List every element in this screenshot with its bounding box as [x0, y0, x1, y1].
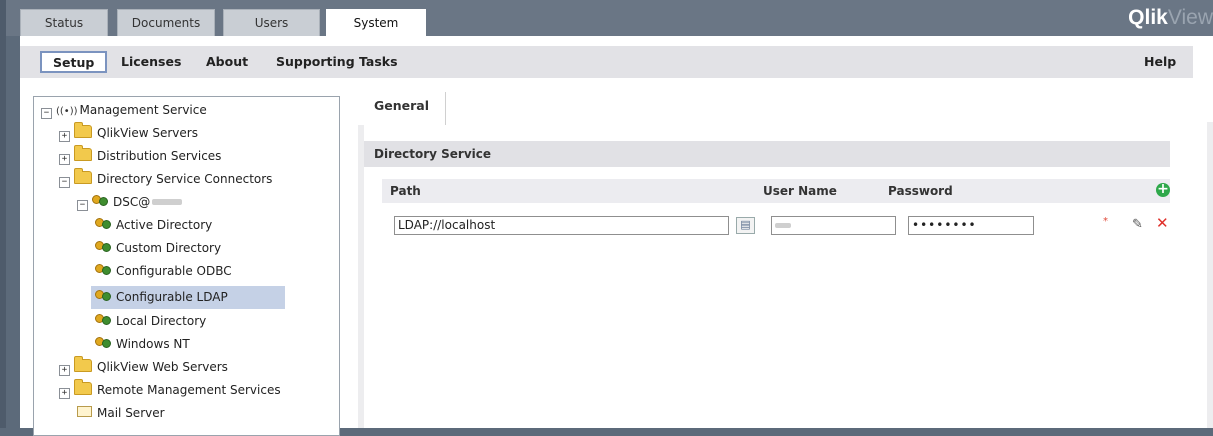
browse-icon[interactable]: ▤ [736, 217, 755, 234]
panel-tab-bar: General [358, 92, 1213, 125]
tree-item-mail-server[interactable]: Mail Server [77, 403, 165, 423]
folder-icon [74, 145, 92, 161]
users-icon [95, 241, 111, 253]
edit-icon[interactable]: ✎ [1132, 217, 1143, 232]
tree-label: Remote Management Services [97, 383, 281, 397]
tree-item-management-service[interactable]: − ((•)) Management Service [41, 100, 207, 120]
collapse-icon[interactable]: − [77, 200, 88, 211]
tab-system[interactable]: System [326, 9, 426, 37]
service-icon: ((•)) [56, 106, 78, 117]
tree-label: Custom Directory [116, 241, 222, 255]
logo-part1: Qlik [1128, 6, 1168, 29]
required-mark: * [1103, 216, 1108, 227]
users-icon [95, 218, 111, 230]
table-header: Path User Name Password + [382, 179, 1170, 203]
tree-view: − ((•)) Management Service + QlikView Serve… [33, 96, 340, 436]
subnav-licenses[interactable]: Licenses [121, 46, 181, 78]
subnav-about[interactable]: About [206, 46, 248, 78]
tree-label: Management Service [79, 103, 207, 117]
expand-icon[interactable]: + [59, 131, 70, 142]
tree-item-custom-directory[interactable]: Custom Directory [95, 238, 221, 258]
tab-general[interactable]: General [358, 92, 445, 125]
top-bar: Status Documents Users System QlikView [0, 0, 1213, 428]
tree-label: Configurable LDAP [116, 290, 228, 304]
users-icon [95, 314, 111, 326]
users-icon [95, 290, 111, 302]
add-icon[interactable]: + [1156, 182, 1170, 197]
path-input[interactable]: LDAP://localhost [394, 216, 729, 235]
folder-icon [74, 122, 92, 138]
tree-item-active-directory[interactable]: Active Directory [95, 215, 212, 235]
tree-label: Configurable ODBC [116, 264, 232, 278]
redacted-hostname [152, 199, 183, 205]
expand-icon[interactable]: + [59, 365, 70, 376]
folder-icon [74, 168, 92, 184]
tree-item-configurable-odbc[interactable]: Configurable ODBC [95, 261, 232, 281]
subnav-setup[interactable]: Setup [40, 51, 108, 73]
tree-item-configurable-ldap[interactable]: Configurable LDAP [91, 286, 285, 309]
column-path: Path [390, 184, 421, 198]
folder-icon [74, 356, 92, 372]
users-icon [95, 337, 111, 349]
tree-label: Windows NT [116, 337, 190, 351]
tree-label: Mail Server [97, 406, 165, 420]
tree-item-web-servers[interactable]: + QlikView Web Servers [59, 356, 228, 377]
settings-panel-content: Directory Service Path User Name Passwor… [364, 122, 1207, 428]
tree-label: Directory Service Connectors [97, 172, 273, 186]
tab-users[interactable]: Users [223, 9, 320, 36]
tree-label: QlikView Servers [97, 126, 198, 140]
sub-navigation: Setup Licenses About Supporting Tasks He… [20, 46, 1193, 78]
tree-item-directory-service-connectors[interactable]: − Directory Service Connectors [59, 168, 273, 189]
tree-item-local-directory[interactable]: Local Directory [95, 311, 206, 331]
left-edge [0, 0, 6, 428]
password-input[interactable]: •••••••• [908, 216, 1034, 235]
tree-item-distribution-services[interactable]: + Distribution Services [59, 145, 222, 166]
folder-icon [74, 379, 92, 395]
tree-item-remote-management[interactable]: + Remote Management Services [59, 379, 281, 400]
tree-label: Active Directory [116, 218, 213, 232]
subnav-help[interactable]: Help [1144, 46, 1176, 78]
qlikview-logo: QlikView [1128, 6, 1213, 30]
main-page: Setup Licenses About Supporting Tasks He… [20, 36, 1213, 436]
collapse-icon[interactable]: − [41, 108, 52, 119]
section-header: Directory Service [364, 141, 1170, 167]
redacted-username [775, 223, 791, 228]
expand-icon[interactable]: + [59, 388, 70, 399]
tab-documents[interactable]: Documents [117, 9, 215, 36]
tree-item-windows-nt[interactable]: Windows NT [95, 334, 190, 354]
column-user-name: User Name [763, 184, 837, 198]
tree-item-dsc[interactable]: − DSC@ [77, 192, 183, 212]
logo-part2: View [1167, 6, 1213, 29]
users-icon [92, 195, 108, 207]
settings-panel: Directory Service Path User Name Passwor… [358, 122, 1213, 428]
tree-label: QlikView Web Servers [97, 360, 228, 374]
delete-icon[interactable]: ✕ [1156, 216, 1169, 231]
username-input[interactable] [771, 216, 896, 235]
tree-label: DSC@ [113, 195, 151, 209]
tree-item-qlikview-servers[interactable]: + QlikView Servers [59, 122, 198, 143]
tree-label: Distribution Services [97, 149, 222, 163]
expand-icon[interactable]: + [59, 154, 70, 165]
tab-status[interactable]: Status [20, 9, 108, 36]
users-icon [95, 264, 111, 276]
mail-icon [77, 406, 92, 417]
column-password: Password [888, 184, 953, 198]
subnav-supporting-tasks[interactable]: Supporting Tasks [276, 46, 398, 78]
tree-label: Local Directory [116, 314, 207, 328]
collapse-icon[interactable]: − [59, 177, 70, 188]
